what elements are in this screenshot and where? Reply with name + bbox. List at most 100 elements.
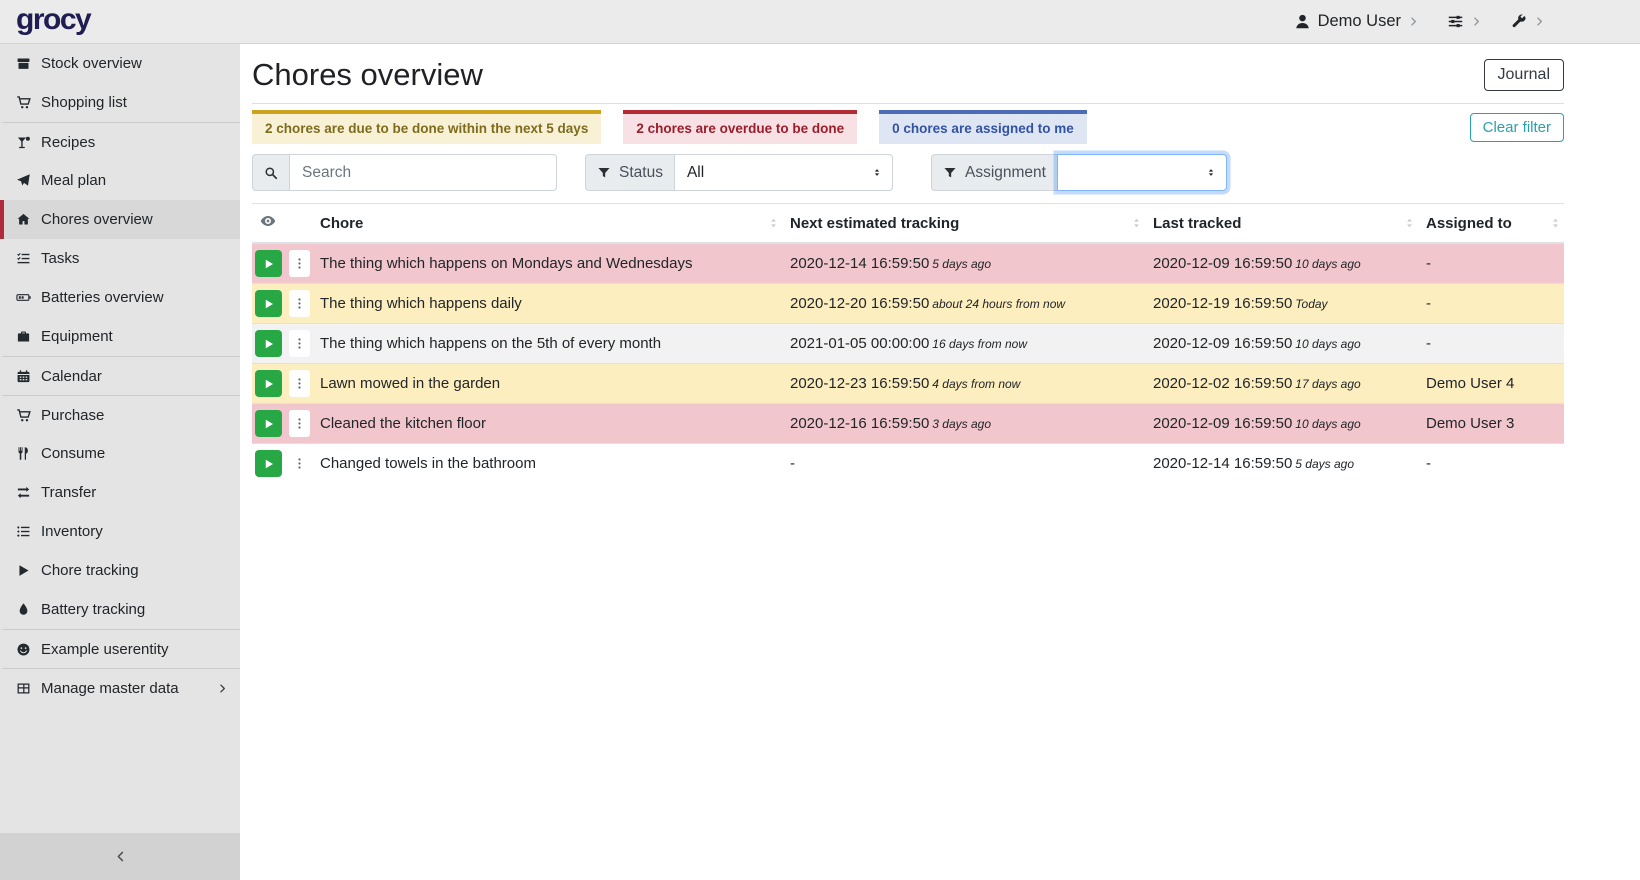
- track-chore-execution-button[interactable]: [255, 330, 282, 357]
- assigned-to: -: [1418, 324, 1564, 364]
- admin-menu[interactable]: [1510, 13, 1545, 30]
- sidebar-item-consume[interactable]: Consume: [0, 434, 240, 473]
- status-select[interactable]: All: [674, 154, 893, 191]
- sidebar-item-batteries-overview[interactable]: Batteries overview: [0, 278, 240, 317]
- sidebar-item-calendar[interactable]: Calendar: [0, 356, 240, 395]
- row-context-menu-button[interactable]: [289, 290, 310, 317]
- last-tracked-relative: 5 days ago: [1295, 457, 1354, 471]
- smile-icon: [13, 642, 33, 657]
- search-input[interactable]: [289, 154, 557, 191]
- banner-due-soon[interactable]: 2 chores are due to be done within the n…: [252, 110, 601, 144]
- sidebar-item-example-userentity[interactable]: Example userentity: [0, 629, 240, 668]
- table-row: Cleaned the kitchen floor 2020-12-16 16:…: [252, 404, 1564, 444]
- table-row: Lawn mowed in the garden 2020-12-23 16:5…: [252, 364, 1564, 404]
- last-tracked-datetime: 2020-12-19 16:59:50: [1153, 295, 1292, 312]
- chevron-left-icon: [114, 850, 127, 863]
- status-banner-row: 2 chores are due to be done within the n…: [252, 110, 1564, 144]
- sidebar-item-battery-tracking[interactable]: Battery tracking: [0, 590, 240, 629]
- track-chore-execution-button[interactable]: [255, 450, 282, 477]
- exchange-icon: [13, 485, 33, 500]
- next-tracking-datetime: 2021-01-05 00:00:00: [790, 335, 929, 352]
- assigned-to: Demo User 3: [1418, 404, 1564, 444]
- sidebar-item-manage-master-data[interactable]: Manage master data: [0, 668, 240, 707]
- settings-menu[interactable]: [1447, 13, 1482, 30]
- row-context-menu-button[interactable]: [289, 410, 310, 437]
- person-icon: [1294, 13, 1311, 30]
- banner-assigned-me[interactable]: 0 chores are assigned to me: [879, 110, 1087, 144]
- status-prepend: Status: [585, 154, 674, 191]
- next-tracking-relative: about 24 hours from now: [932, 297, 1065, 311]
- assigned-to: Demo User 4: [1418, 364, 1564, 404]
- table-row: Changed towels in the bathroom - 2020-12…: [252, 444, 1564, 484]
- sidebar-item-recipes[interactable]: Recipes: [0, 122, 240, 161]
- next-tracking-relative: 3 days ago: [932, 417, 991, 431]
- chevron-right-icon: [1471, 16, 1482, 27]
- sidebar-item-chore-tracking[interactable]: Chore tracking: [0, 551, 240, 590]
- header-chore[interactable]: Chore: [312, 204, 782, 244]
- header-last-tracked[interactable]: Last tracked: [1145, 204, 1418, 244]
- ellipsis-v-icon: [293, 257, 306, 270]
- sidebar-item-meal-plan[interactable]: Meal plan: [0, 161, 240, 200]
- select-arrows-icon: [1206, 165, 1216, 180]
- search-group: [252, 154, 557, 191]
- track-chore-execution-button[interactable]: [255, 370, 282, 397]
- last-tracked-relative: Today: [1295, 297, 1327, 311]
- row-context-menu-button[interactable]: [289, 370, 310, 397]
- play-icon: [263, 298, 275, 310]
- sidebar-item-stock-overview[interactable]: Stock overview: [0, 44, 240, 83]
- track-chore-execution-button[interactable]: [255, 410, 282, 437]
- cart-icon: [13, 408, 33, 423]
- next-tracking-datetime: 2020-12-23 16:59:50: [790, 375, 929, 392]
- search-icon: [264, 166, 278, 180]
- header-next-estimated-tracking[interactable]: Next estimated tracking: [782, 204, 1145, 244]
- next-tracking-relative: 4 days from now: [932, 377, 1020, 391]
- next-tracking-relative: 5 days ago: [932, 257, 991, 271]
- assigned-to: -: [1418, 243, 1564, 284]
- sidebar-item-equipment[interactable]: Equipment: [0, 317, 240, 356]
- last-tracked-relative: 10 days ago: [1295, 417, 1360, 431]
- assigned-to: -: [1418, 444, 1564, 484]
- filter-icon: [943, 166, 957, 180]
- sidebar-item-chores-overview[interactable]: Chores overview: [0, 200, 240, 239]
- track-chore-execution-button[interactable]: [255, 250, 282, 277]
- chevron-right-icon: [217, 683, 228, 694]
- wrench-icon: [1510, 13, 1527, 30]
- sort-icon[interactable]: [767, 217, 780, 230]
- sidebar-item-inventory[interactable]: Inventory: [0, 512, 240, 551]
- sidebar-item-transfer[interactable]: Transfer: [0, 473, 240, 512]
- banner-overdue[interactable]: 2 chores are overdue to be done: [623, 110, 857, 144]
- sidebar-collapse-button[interactable]: [0, 833, 240, 880]
- last-tracked-datetime: 2020-12-14 16:59:50: [1153, 455, 1292, 472]
- ellipsis-v-icon: [293, 377, 306, 390]
- header-assigned-to[interactable]: Assigned to: [1418, 204, 1564, 244]
- sort-icon[interactable]: [1130, 217, 1143, 230]
- track-chore-execution-button[interactable]: [255, 290, 282, 317]
- assignment-select[interactable]: [1057, 154, 1227, 191]
- play-icon: [263, 378, 275, 390]
- journal-button[interactable]: Journal: [1484, 59, 1564, 91]
- status-filter-label: Status: [619, 164, 663, 182]
- cart-icon: [13, 95, 33, 110]
- eye-icon[interactable]: [260, 213, 276, 229]
- row-context-menu-button[interactable]: [289, 330, 310, 357]
- sidebar-item-tasks[interactable]: Tasks: [0, 239, 240, 278]
- next-tracking-datetime: 2020-12-14 16:59:50: [790, 255, 929, 272]
- assigned-to: -: [1418, 284, 1564, 324]
- chevron-right-icon: [1408, 16, 1419, 27]
- filter-icon: [597, 166, 611, 180]
- next-tracking-datetime: 2020-12-20 16:59:50: [790, 295, 929, 312]
- sidebar-item-purchase[interactable]: Purchase: [0, 395, 240, 434]
- status-select-value: All: [687, 164, 704, 182]
- row-context-menu-button[interactable]: [289, 450, 310, 477]
- next-tracking-datetime: 2020-12-16 16:59:50: [790, 415, 929, 432]
- sidebar-item-shopping-list[interactable]: Shopping list: [0, 83, 240, 122]
- user-menu[interactable]: Demo User: [1294, 12, 1419, 31]
- last-tracked-datetime: 2020-12-09 16:59:50: [1153, 415, 1292, 432]
- sort-icon[interactable]: [1549, 217, 1562, 230]
- tasks-icon: [13, 251, 33, 266]
- row-context-menu-button[interactable]: [289, 250, 310, 277]
- clear-filter-button[interactable]: Clear filter: [1470, 113, 1564, 142]
- sort-icon[interactable]: [1403, 217, 1416, 230]
- header-column-visibility: [252, 204, 312, 244]
- brand-logo[interactable]: grocy: [16, 5, 90, 39]
